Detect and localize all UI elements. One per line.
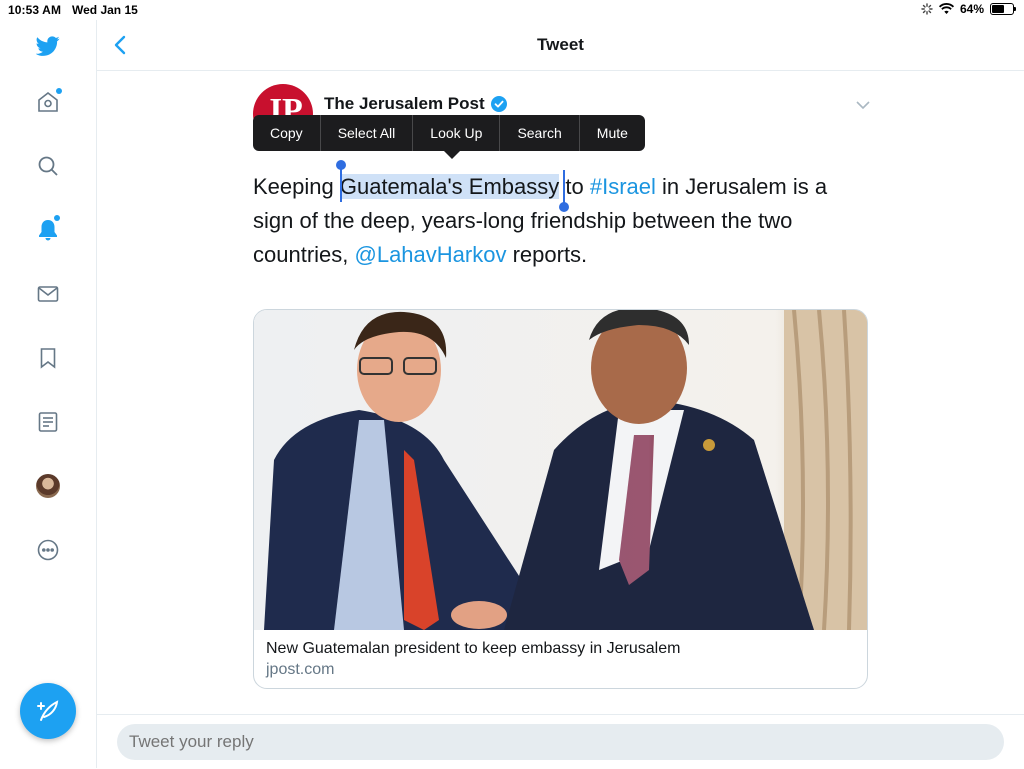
reply-input[interactable] — [117, 724, 1004, 760]
compose-feather-icon — [37, 700, 59, 721]
wifi-icon — [938, 3, 954, 14]
selection-start-handle[interactable] — [336, 160, 346, 202]
twitter-bird-icon[interactable] — [34, 32, 62, 60]
status-right: 64% — [921, 2, 1016, 16]
page-title: Tweet — [537, 35, 584, 54]
tweet-text-pre: Keeping — [253, 174, 340, 199]
search-icon[interactable] — [34, 152, 62, 180]
more-icon[interactable] — [34, 536, 62, 564]
lists-icon[interactable] — [34, 408, 62, 436]
author-name: The Jerusalem Post — [324, 94, 485, 113]
reply-bar — [97, 714, 1024, 769]
messages-envelope-icon[interactable] — [34, 280, 62, 308]
menu-item-search[interactable]: Search — [499, 115, 578, 151]
tweet-text-post: reports. — [506, 242, 588, 267]
status-bar: 10:53 AM Wed Jan 15 64% — [0, 0, 1024, 20]
menu-item-select-all[interactable]: Select All — [319, 115, 413, 151]
menu-item-look-up[interactable]: Look Up — [412, 115, 499, 151]
card-photo-illustration — [254, 310, 867, 630]
link-preview-card[interactable]: New Guatemalan president to keep embassy… — [253, 309, 868, 689]
tweet-text[interactable]: Keeping Guatemala's Embassy to #Israel i… — [253, 170, 853, 272]
notifications-dot — [54, 215, 60, 221]
battery-level — [992, 5, 1004, 13]
card-title: New Guatemalan president to keep embassy… — [266, 640, 681, 657]
status-date: Wed Jan 15 — [72, 3, 138, 17]
text-selection-menu: Copy Select All Look Up Search Mute — [253, 115, 645, 151]
menu-pointer-arrow — [443, 150, 461, 159]
profile-avatar[interactable] — [36, 474, 60, 498]
mention-link[interactable]: @LahavHarkov — [355, 242, 507, 267]
card-photo — [254, 310, 867, 630]
menu-item-copy[interactable]: Copy — [253, 115, 320, 151]
tweet-options-chevron-icon[interactable] — [856, 100, 870, 110]
bookmarks-icon[interactable] — [34, 344, 62, 372]
battery-percent: 64% — [959, 2, 984, 16]
battery-icon — [990, 3, 1016, 15]
activity-spinner-icon — [921, 3, 933, 15]
sidebar — [0, 20, 97, 768]
status-time: 10:53 AM — [8, 3, 62, 17]
selected-text[interactable]: Guatemala's Embassy — [339, 174, 560, 199]
home-icon[interactable] — [34, 88, 62, 116]
card-domain: jpost.com — [266, 661, 335, 678]
top-header: Tweet — [97, 20, 1024, 71]
home-notification-dot — [56, 88, 62, 94]
author-name-row[interactable]: The Jerusalem Post — [324, 94, 507, 114]
verified-badge-icon — [490, 96, 507, 112]
compose-tweet-button[interactable] — [20, 683, 76, 739]
selection-end-handle[interactable] — [559, 170, 569, 212]
hashtag-link[interactable]: #Israel — [590, 174, 656, 199]
menu-item-mute[interactable]: Mute — [578, 115, 645, 151]
notifications-bell-icon[interactable] — [34, 215, 62, 244]
